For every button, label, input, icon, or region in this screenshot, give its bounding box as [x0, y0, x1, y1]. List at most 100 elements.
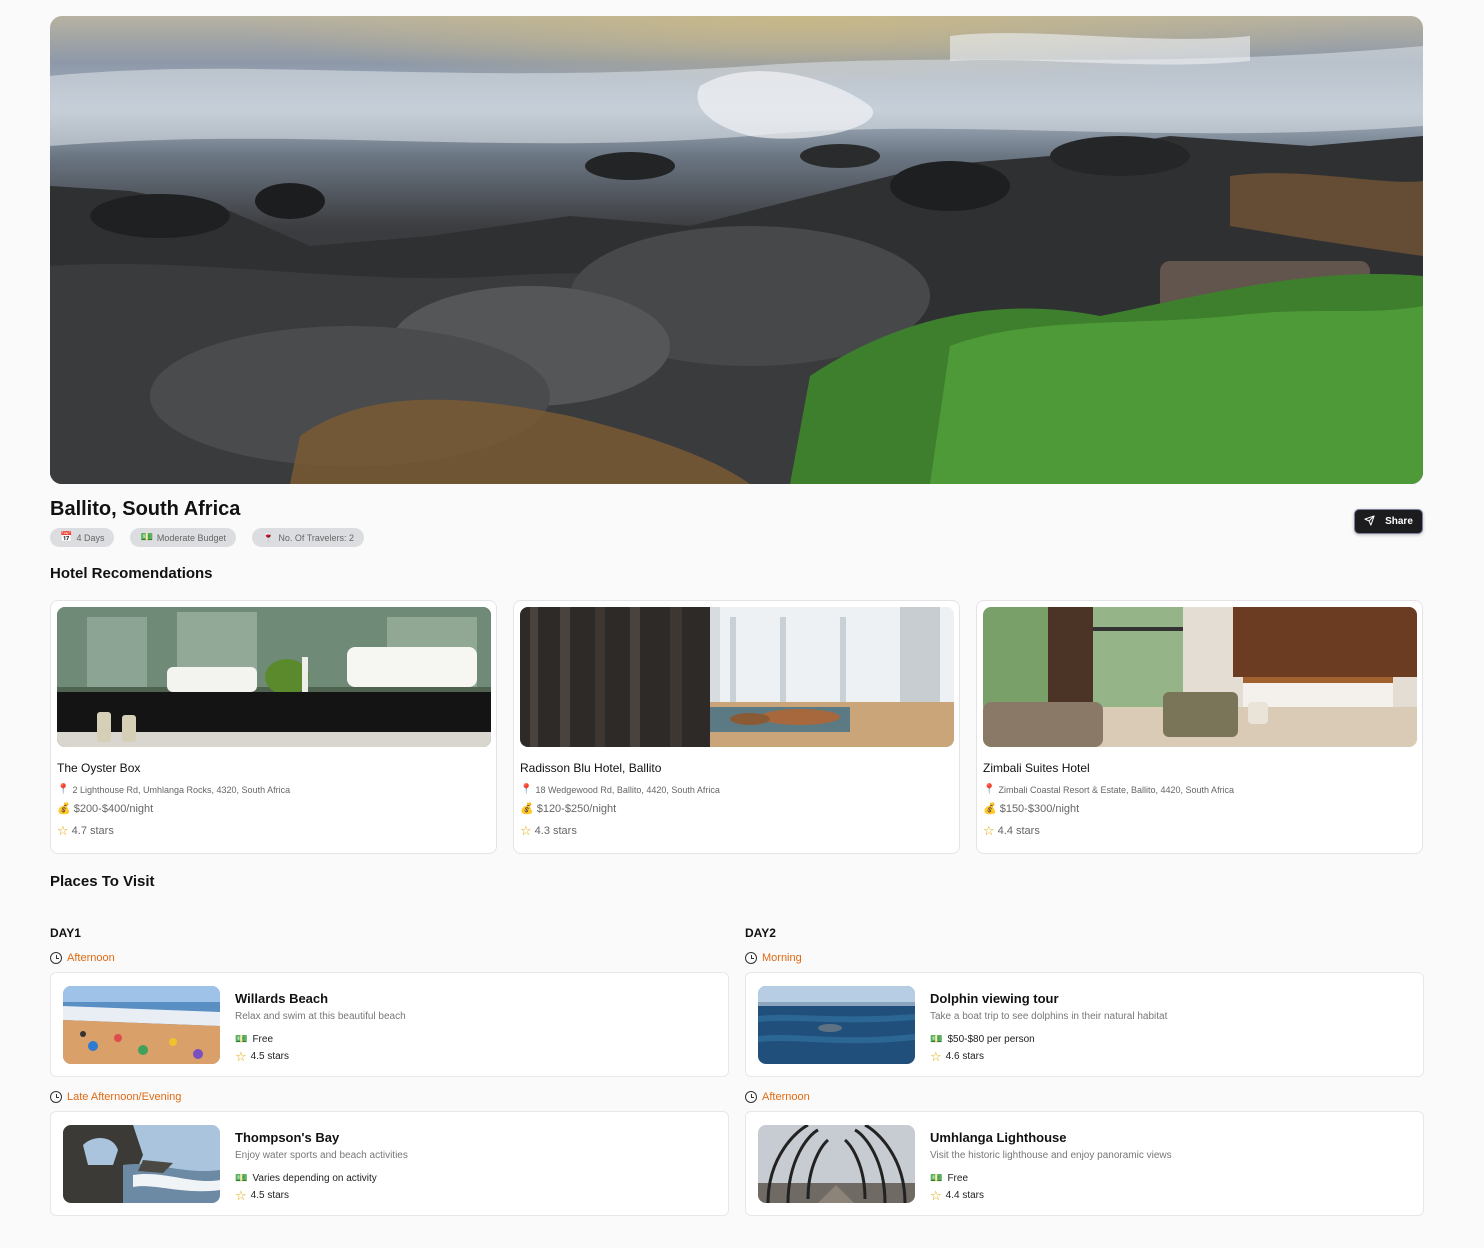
- place-description: Visit the historic lighthouse and enjoy …: [930, 1150, 1172, 1161]
- send-icon: [1364, 514, 1375, 529]
- place-price-text: Varies depending on activity: [252, 1173, 377, 1184]
- hotel-image: [520, 607, 954, 747]
- hotel-name: Radisson Blu Hotel, Ballito: [520, 761, 662, 775]
- place-description: Enjoy water sports and beach activities: [235, 1150, 408, 1161]
- duration-label: 4 Days: [76, 532, 105, 543]
- place-name: Umhlanga Lighthouse: [930, 1130, 1067, 1145]
- wine-glass-icon: 🍷: [261, 532, 275, 543]
- place-card[interactable]: Willards Beach Relax and swim at this be…: [50, 972, 729, 1077]
- place-rating-text: 4.5 stars: [250, 1051, 290, 1062]
- trip-title: Ballito, South Africa: [50, 498, 241, 520]
- share-label: Share: [1385, 516, 1413, 527]
- trip-info-chips: 📅 4 Days 💵 Moderate Budget 🍷 No. Of Trav…: [50, 528, 364, 547]
- hotel-rating-text: 4.7 stars: [71, 824, 114, 837]
- hotel-card[interactable]: Zimbali Suites Hotel 📍 Zimbali Coastal Re…: [976, 600, 1423, 854]
- star-icon: ☆: [983, 823, 995, 838]
- star-icon: ☆: [57, 823, 69, 838]
- time-slot: Afternoon: [745, 1091, 810, 1103]
- money-bag-icon: 💰: [520, 803, 534, 815]
- star-icon: ☆: [520, 823, 532, 838]
- place-price: 💵 $50-$80 per person: [930, 1034, 1035, 1045]
- place-rating: ☆ 4.4 stars: [930, 1189, 984, 1202]
- money-icon: 💵: [235, 1034, 248, 1045]
- star-icon: ☆: [930, 1049, 942, 1064]
- hotel-address: 📍 2 Lighthouse Rd, Umhlanga Rocks, 4320, …: [57, 784, 290, 795]
- place-image: [63, 986, 220, 1064]
- pin-icon: 📍: [520, 784, 533, 795]
- place-price-text: Free: [252, 1034, 274, 1045]
- money-icon: 💵: [140, 532, 153, 543]
- place-price-text: Free: [947, 1173, 969, 1184]
- calendar-icon: 📅: [60, 532, 73, 543]
- hotel-card[interactable]: Radisson Blu Hotel, Ballito 📍 18 Wedgewoo…: [513, 600, 960, 854]
- share-button[interactable]: Share: [1354, 509, 1423, 534]
- money-bag-icon: 💰: [57, 803, 71, 815]
- place-price-text: $50-$80 per person: [947, 1034, 1035, 1045]
- clock-icon: [745, 1091, 757, 1103]
- hotel-name: Zimbali Suites Hotel: [983, 761, 1090, 775]
- money-bag-icon: 💰: [983, 803, 997, 815]
- duration-chip: 📅 4 Days: [50, 528, 115, 547]
- place-image: [758, 1125, 915, 1203]
- hotel-price: 💰 $120-$250/night: [520, 802, 617, 816]
- money-icon: 💵: [930, 1173, 943, 1184]
- place-card[interactable]: Dolphin viewing tour Take a boat trip to…: [745, 972, 1424, 1077]
- hotel-price: 💰 $150-$300/night: [983, 802, 1080, 816]
- hotel-rating: ☆ 4.3 stars: [520, 824, 577, 837]
- time-slot-label: Afternoon: [67, 952, 115, 964]
- place-rating-text: 4.6 stars: [945, 1051, 985, 1062]
- hotel-rating: ☆ 4.7 stars: [57, 824, 114, 837]
- hotel-rating: ☆ 4.4 stars: [983, 824, 1040, 837]
- star-icon: ☆: [235, 1188, 247, 1203]
- destination-hero-image: [50, 16, 1423, 484]
- hotel-card[interactable]: The Oyster Box 📍 2 Lighthouse Rd, Umhlang…: [50, 600, 497, 854]
- hotels-section-title: Hotel Recomendations: [50, 565, 213, 582]
- star-icon: ☆: [930, 1188, 942, 1203]
- place-name: Dolphin viewing tour: [930, 991, 1059, 1006]
- budget-label: Moderate Budget: [156, 532, 226, 543]
- place-name: Willards Beach: [235, 991, 329, 1006]
- hotel-address-text: 18 Wedgewood Rd, Ballito, 4420, South Af…: [535, 784, 720, 795]
- time-slot-label: Late Afternoon/Evening: [67, 1091, 182, 1103]
- place-image: [758, 986, 915, 1064]
- hotel-address: 📍 Zimbali Coastal Resort & Estate, Ballit…: [983, 784, 1234, 795]
- money-icon: 💵: [930, 1034, 943, 1045]
- budget-chip: 💵 Moderate Budget: [130, 528, 236, 547]
- time-slot-label: Morning: [762, 952, 802, 964]
- place-price: 💵 Free: [930, 1173, 968, 1184]
- money-icon: 💵: [235, 1173, 248, 1184]
- pin-icon: 📍: [983, 784, 996, 795]
- place-price: 💵 Varies depending on activity: [235, 1173, 377, 1184]
- time-slot: Afternoon: [50, 952, 115, 964]
- day-label: DAY2: [745, 926, 776, 940]
- hotel-image: [57, 607, 491, 747]
- place-image: [63, 1125, 220, 1203]
- hotel-name: The Oyster Box: [57, 761, 141, 775]
- hotel-address-text: Zimbali Coastal Resort & Estate, Ballito…: [998, 784, 1235, 795]
- place-rating: ☆ 4.6 stars: [930, 1050, 984, 1063]
- travelers-label: No. Of Travelers: 2: [278, 532, 354, 543]
- place-description: Take a boat trip to see dolphins in thei…: [930, 1011, 1168, 1022]
- place-card[interactable]: Umhlanga Lighthouse Visit the historic l…: [745, 1111, 1424, 1216]
- hotel-price: 💰 $200-$400/night: [57, 802, 154, 816]
- trip-page: Ballito, South Africa 📅 4 Days 💵 Moderat…: [0, 0, 1484, 1248]
- hotel-rating-text: 4.3 stars: [534, 824, 577, 837]
- hotel-price-text: $120-$250/night: [536, 802, 617, 815]
- place-rating: ☆ 4.5 stars: [235, 1050, 289, 1063]
- place-rating-text: 4.4 stars: [945, 1190, 985, 1201]
- day-label: DAY1: [50, 926, 81, 940]
- time-slot: Morning: [745, 952, 802, 964]
- time-slot-label: Afternoon: [762, 1091, 810, 1103]
- place-card[interactable]: Thompson's Bay Enjoy water sports and be…: [50, 1111, 729, 1216]
- hotel-rating-text: 4.4 stars: [997, 824, 1040, 837]
- hotel-image: [983, 607, 1417, 747]
- clock-icon: [745, 952, 757, 964]
- place-name: Thompson's Bay: [235, 1130, 340, 1145]
- clock-icon: [50, 1091, 62, 1103]
- place-rating: ☆ 4.5 stars: [235, 1189, 289, 1202]
- clock-icon: [50, 952, 62, 964]
- place-rating-text: 4.5 stars: [250, 1190, 290, 1201]
- travelers-chip: 🍷 No. Of Travelers: 2: [251, 528, 364, 547]
- hotel-price-text: $200-$400/night: [73, 802, 154, 815]
- hotel-price-text: $150-$300/night: [999, 802, 1080, 815]
